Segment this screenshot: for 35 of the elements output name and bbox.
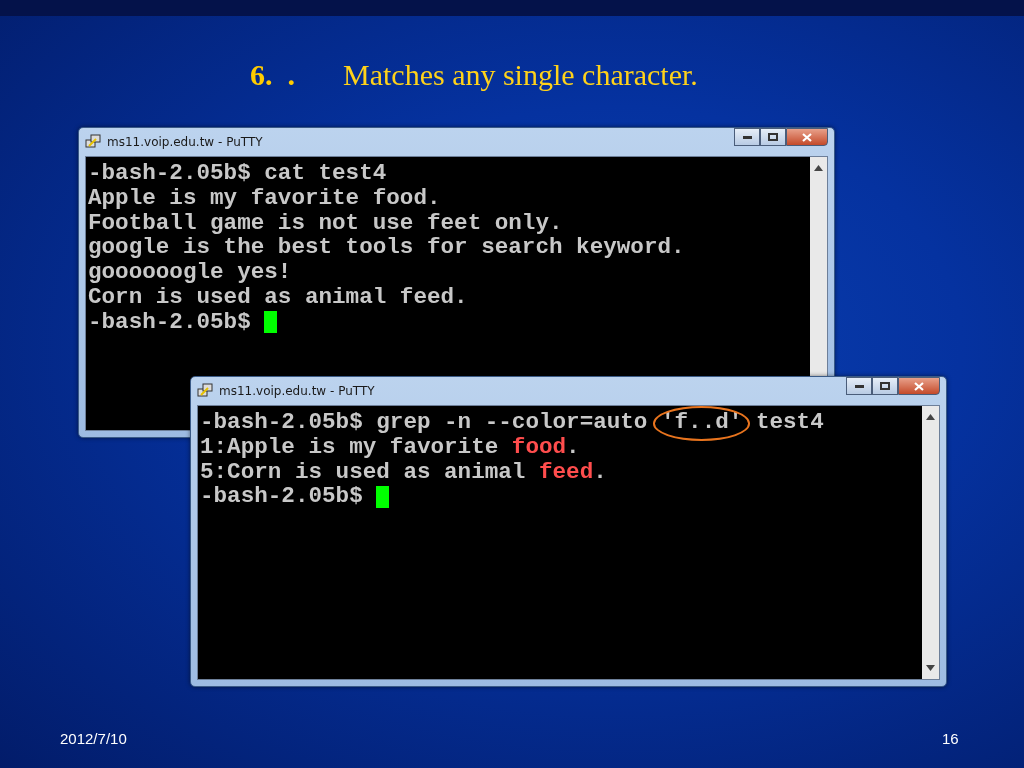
maximize-button[interactable] — [872, 377, 898, 395]
terminal-line: -bash-2.05b$ grep -n --color=auto 'f..d' test4 — [200, 410, 920, 435]
maximize-icon — [768, 133, 778, 141]
close-button[interactable] — [786, 128, 828, 146]
scroll-up-icon[interactable] — [926, 414, 935, 420]
terminal-line: goooooogle yes! — [88, 260, 293, 285]
close-icon — [914, 381, 924, 391]
scroll-down-icon[interactable] — [926, 665, 935, 671]
slide-date: 2012/7/10 — [60, 730, 127, 747]
terminal-line: Football game is not use feet only. — [88, 210, 564, 236]
terminal-line: -bash-2.05b$ — [200, 484, 920, 510]
terminal-line: 1:Apple is my favorite food. — [200, 434, 581, 460]
terminal-line: Corn is used as animal feed. — [88, 285, 469, 310]
close-button[interactable] — [898, 377, 940, 395]
scroll-up-icon[interactable] — [814, 165, 823, 171]
minimize-icon — [742, 135, 752, 139]
scrollbar[interactable] — [922, 406, 939, 679]
window-title: ms11.voip.edu.tw - PuTTY — [107, 135, 264, 149]
minimize-button[interactable] — [846, 377, 872, 395]
terminal-line: 5:Corn is used as animal feed. — [200, 459, 608, 485]
terminal-line: google is the best tools for search keyword. — [88, 235, 686, 261]
terminal-line: Apple is my favorite food. — [88, 185, 442, 211]
page-number: 16 — [942, 730, 959, 747]
window-title: ms11.voip.edu.tw - PuTTY — [219, 384, 376, 398]
maximize-button[interactable] — [760, 128, 786, 146]
slide-title: Matches any single character. — [343, 58, 698, 92]
computer-icon — [197, 383, 213, 399]
maximize-icon — [880, 382, 890, 390]
close-icon — [802, 132, 812, 142]
terminal-line: -bash-2.05b$ cat test4 — [88, 161, 388, 186]
minimize-icon — [854, 384, 864, 388]
terminal-line: -bash-2.05b$ — [88, 309, 808, 335]
slide-number: 6. . — [250, 58, 295, 92]
minimize-button[interactable] — [734, 128, 760, 146]
computer-icon — [85, 134, 101, 150]
